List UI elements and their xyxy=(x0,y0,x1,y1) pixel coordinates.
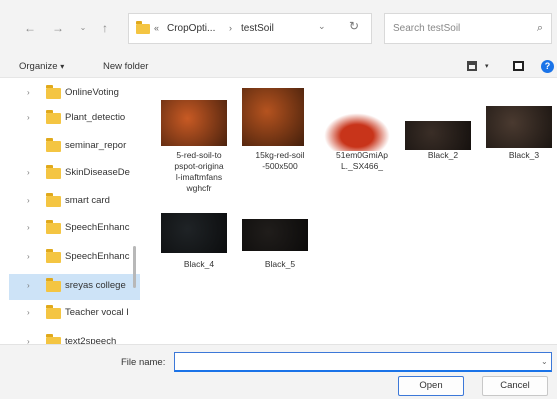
breadcrumb-testsoil[interactable]: testSoil xyxy=(241,23,274,34)
organize-button[interactable]: Organize ▾ xyxy=(19,61,64,72)
sidebar-item-label: sreyas college xyxy=(65,280,126,291)
file-thumbnail xyxy=(324,113,390,151)
file-name-label: File name: xyxy=(121,357,166,368)
forward-arrow-icon[interactable]: → xyxy=(51,21,65,35)
recent-dropdown-icon[interactable]: ⌄ xyxy=(76,21,90,35)
breadcrumb-separator: › xyxy=(229,23,232,33)
file-name-line: 5-red-soil-to xyxy=(176,150,222,160)
expand-chevron-icon[interactable]: › xyxy=(27,196,30,205)
folder-icon xyxy=(46,110,61,124)
sidebar-item-label: SpeechEnhanc xyxy=(65,222,130,233)
path-overflow[interactable]: « xyxy=(154,23,159,33)
refresh-icon[interactable]: ↻ xyxy=(349,19,359,33)
folder-icon xyxy=(46,193,61,207)
sidebar-item[interactable]: › SkinDiseaseDe xyxy=(9,161,140,187)
folder-icon xyxy=(46,249,61,263)
expand-chevron-icon[interactable]: › xyxy=(27,223,30,232)
sidebar-item-label: SpeechEnhanc xyxy=(65,251,130,262)
sidebar-item[interactable]: › smart card xyxy=(9,189,140,215)
expand-chevron-icon[interactable]: › xyxy=(27,308,30,317)
sidebar-item[interactable]: › SpeechEnhanc xyxy=(9,216,140,242)
file-name-line: wghcfr xyxy=(186,183,212,193)
file-name-input[interactable] xyxy=(174,352,552,372)
preview-pane-icon[interactable] xyxy=(513,61,524,71)
sidebar-item-label: seminar_repor xyxy=(65,140,127,151)
folder-icon xyxy=(46,220,61,234)
address-toolbar: ← → ⌄ ↑ « CropOpti... › testSoil ⌄ ↻ Sea… xyxy=(0,0,557,56)
file-name-line: -500x500 xyxy=(262,161,298,171)
sidebar-item-label: OnlineVoting xyxy=(65,87,119,98)
expand-chevron-icon[interactable]: › xyxy=(27,252,30,261)
expand-chevron-icon[interactable]: › xyxy=(27,337,30,344)
file-thumbnail xyxy=(242,88,304,146)
expand-chevron-icon[interactable]: › xyxy=(27,113,30,122)
file-thumbnail xyxy=(161,213,227,253)
folder-icon xyxy=(46,138,61,152)
expand-chevron-icon[interactable]: › xyxy=(27,168,30,177)
navigation-pane[interactable]: › OnlineVoting › Plant_detectio seminar_repo… xyxy=(9,78,140,344)
open-button[interactable]: Open xyxy=(398,376,464,396)
sidebar-item[interactable]: › text2speech xyxy=(9,330,140,344)
folder-icon xyxy=(46,334,61,344)
file-name-caption: Black_2 xyxy=(405,150,481,161)
chevron-down-icon[interactable]: ⌄ xyxy=(318,21,326,32)
view-dropdown-icon[interactable]: ▾ xyxy=(485,62,489,70)
address-bar[interactable]: « CropOpti... › testSoil xyxy=(128,13,372,44)
file-thumbnail xyxy=(242,219,308,251)
file-name-caption: 5-red-soil-to pspot-origina l-imaftmfans wg… xyxy=(161,150,237,194)
view-options-icon[interactable] xyxy=(467,61,477,71)
folder-icon xyxy=(46,85,61,99)
navigation-scrollbar[interactable] xyxy=(133,246,136,288)
file-name-caption: 51em0GmiAp L._SX466_ xyxy=(324,150,400,172)
sidebar-item-label: Teacher vocal I xyxy=(65,307,129,318)
file-name-line: Black_2 xyxy=(427,150,459,160)
file-name-line: l-imaftmfans xyxy=(175,172,223,182)
search-icon[interactable]: ⌕ xyxy=(537,22,543,35)
folder-icon xyxy=(46,305,61,319)
expand-chevron-icon[interactable]: › xyxy=(27,88,30,97)
file-name-caption: Black_4 xyxy=(161,259,237,270)
sidebar-item-label: Plant_detectio xyxy=(65,112,126,123)
folder-icon xyxy=(46,165,61,179)
file-name-caption: Black_5 xyxy=(242,259,318,270)
file-name-line: 15kg-red-soil xyxy=(255,150,305,160)
caret-down-icon: ▾ xyxy=(60,62,65,71)
sidebar-item-label: text2speech xyxy=(65,336,117,344)
file-name-line: 51em0GmiAp xyxy=(336,150,388,160)
file-thumbnail xyxy=(405,121,471,150)
breadcrumb-cropopti[interactable]: CropOpti... xyxy=(167,23,215,34)
file-thumbnail xyxy=(161,100,227,146)
sidebar-item[interactable]: › SpeechEnhanc xyxy=(9,245,140,271)
file-name-line: Black_4 xyxy=(183,259,215,269)
file-name-caption: 15kg-red-soil -500x500 xyxy=(242,150,318,172)
dialog-footer: File name: ⌄ Open Cancel xyxy=(0,344,557,399)
file-name-line: Black_5 xyxy=(264,259,296,269)
file-name-line: L._SX466_ xyxy=(340,161,384,171)
help-icon[interactable]: ? xyxy=(541,60,554,73)
file-name-line: pspot-origina xyxy=(174,161,224,171)
folder-icon xyxy=(136,21,150,34)
up-arrow-icon[interactable]: ↑ xyxy=(98,21,112,35)
file-list: 5-red-soil-to pspot-origina l-imaftmfans wg… xyxy=(140,78,557,344)
command-bar: Organize ▾ New folder ▾ ? xyxy=(0,56,557,78)
sidebar-item[interactable]: seminar_repor xyxy=(9,134,140,160)
expand-chevron-icon[interactable]: › xyxy=(27,281,30,290)
search-placeholder: Search testSoil xyxy=(393,23,461,34)
chevron-down-icon[interactable]: ⌄ xyxy=(541,357,548,366)
new-folder-button[interactable]: New folder xyxy=(103,61,148,72)
file-name-line: Black_3 xyxy=(508,150,540,160)
cancel-button[interactable]: Cancel xyxy=(482,376,548,396)
file-thumbnail xyxy=(486,106,552,148)
sidebar-item[interactable]: › sreyas college xyxy=(9,274,140,300)
sidebar-item[interactable]: › Plant_detectio xyxy=(9,106,140,132)
organize-label: Organize xyxy=(19,61,58,72)
file-name-caption: Black_3 xyxy=(486,150,557,161)
folder-icon xyxy=(46,278,61,292)
search-input[interactable]: Search testSoil ⌕ xyxy=(384,13,552,44)
sidebar-item-label: smart card xyxy=(65,195,110,206)
sidebar-item-label: SkinDiseaseDe xyxy=(65,167,130,178)
sidebar-item[interactable]: › Teacher vocal I xyxy=(9,301,140,327)
sidebar-item[interactable]: › OnlineVoting xyxy=(9,81,140,107)
back-arrow-icon[interactable]: ← xyxy=(23,21,37,35)
